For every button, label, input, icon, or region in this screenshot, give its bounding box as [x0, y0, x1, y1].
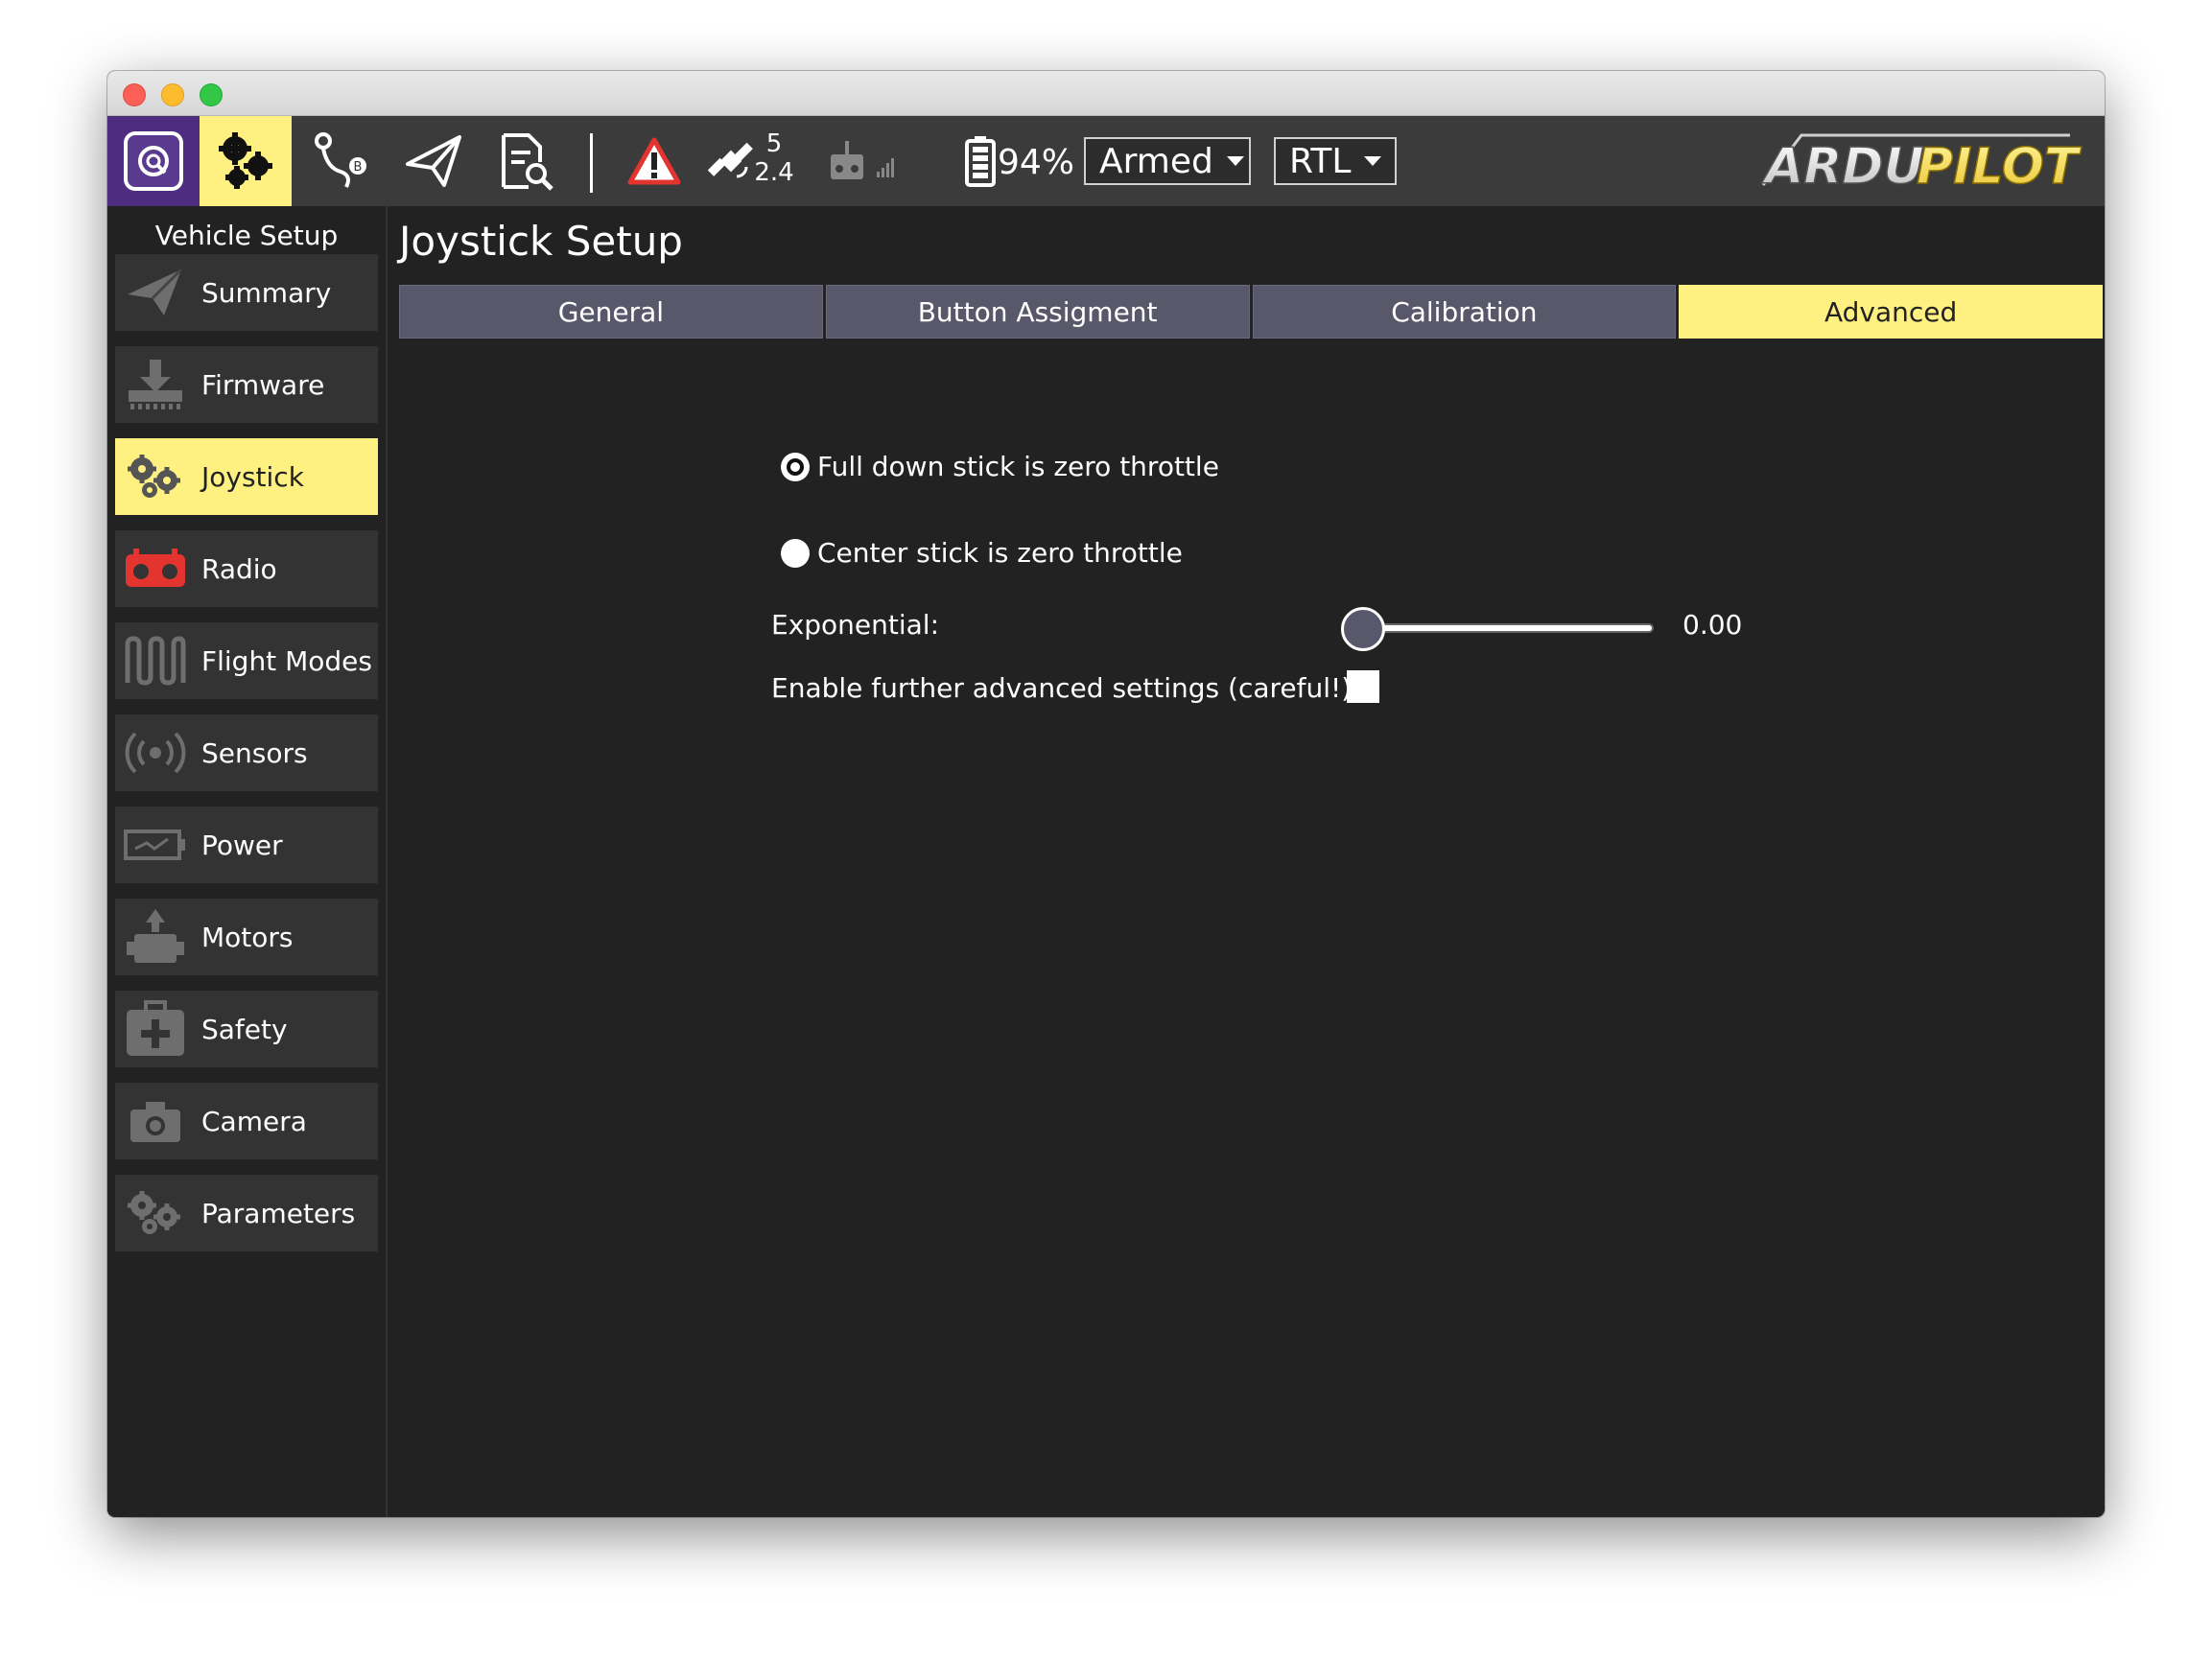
fly-view-button[interactable] [388, 116, 480, 206]
gps-satellite-count: 5 [765, 129, 783, 158]
sidebar-title: Vehicle Setup [154, 220, 339, 251]
radio-label: Full down stick is zero throttle [817, 451, 1219, 482]
vehicle-setup-sidebar: Vehicle Setup Summary Firmware Joystick … [107, 206, 388, 1517]
sidebar-item-safety[interactable]: Safety [115, 991, 378, 1067]
svg-text:ARDU: ARDU [1761, 138, 1924, 195]
sidebar-item-parameters[interactable]: Parameters [115, 1175, 378, 1251]
rc-transmitter-icon [831, 141, 894, 179]
minimize-window-button[interactable] [161, 83, 184, 106]
sidebar-item-label: Firmware [201, 368, 325, 401]
vehicle-setup-button[interactable] [200, 116, 292, 206]
toolbar-divider [590, 133, 593, 193]
sensor-icon [115, 714, 196, 791]
app-window: B 5 2.4 94% Armed RTL ARDU PILOT Vehicle… [107, 71, 2105, 1517]
ardupilot-logo: ARDU PILOT [1760, 133, 2083, 195]
sidebar-item-flight-modes[interactable]: Flight Modes [115, 622, 378, 699]
joystick-tab-bar: General Button Assigment Calibration Adv… [399, 285, 2103, 339]
warning-icon [627, 137, 681, 185]
sidebar-item-summary[interactable]: Summary [115, 254, 378, 331]
advanced-settings-checkbox[interactable] [1347, 670, 1379, 703]
armed-dropdown[interactable]: Armed [1084, 137, 1251, 185]
plan-view-button[interactable]: B [295, 116, 388, 206]
qgc-logo-button[interactable] [107, 116, 200, 206]
gears-icon [115, 1175, 196, 1251]
camera-icon [115, 1083, 196, 1159]
chevron-down-icon [1226, 156, 1244, 166]
first-aid-icon [115, 991, 196, 1067]
svg-text:B: B [354, 160, 363, 175]
sidebar-item-firmware[interactable]: Firmware [115, 346, 378, 423]
sidebar-item-power[interactable]: Power [115, 806, 378, 883]
sidebar-item-label: Radio [201, 552, 277, 585]
page-title: Joystick Setup [399, 218, 683, 265]
exponential-slider-track[interactable] [1347, 623, 1654, 633]
svg-text:PILOT: PILOT [1917, 138, 2082, 195]
tab-button-assignment[interactable]: Button Assigment [825, 285, 1250, 339]
exponential-value: 0.00 [1683, 609, 1743, 641]
sidebar-item-sensors[interactable]: Sensors [115, 714, 378, 791]
motor-icon [115, 899, 196, 975]
main-toolbar: B 5 2.4 94% Armed RTL ARDU PILOT [107, 116, 2105, 206]
close-window-button[interactable] [123, 83, 146, 106]
rc-rssi-indicator[interactable] [817, 116, 913, 206]
tab-calibration[interactable]: Calibration [1252, 285, 1677, 339]
chevron-down-icon [1364, 156, 1382, 166]
tab-general[interactable]: General [399, 285, 823, 339]
radio-selected-dot [787, 457, 804, 476]
radio-button[interactable] [781, 538, 810, 568]
throttle-option-full-down[interactable]: Full down stick is zero throttle [781, 451, 1219, 482]
sidebar-item-label: Motors [201, 921, 294, 953]
radio-button[interactable] [781, 452, 810, 481]
title-bar [107, 71, 2105, 116]
radio-icon [115, 530, 196, 607]
messages-indicator[interactable] [616, 116, 693, 206]
battery-percent: 94% [998, 143, 1075, 182]
route-icon: B [315, 132, 366, 188]
gears-icon [219, 132, 272, 189]
tab-advanced[interactable]: Advanced [1679, 285, 2103, 339]
gears-icon [115, 438, 196, 515]
radio-label: Center stick is zero throttle [817, 537, 1183, 569]
sidebar-item-label: Joystick [201, 460, 304, 493]
download-icon [115, 346, 196, 423]
sidebar-item-joystick[interactable]: Joystick [115, 438, 378, 515]
signal-bars-icon [877, 158, 894, 177]
sidebar-item-label: Camera [201, 1105, 307, 1137]
advanced-settings-label: Enable further advanced settings (carefu… [771, 672, 1353, 704]
sidebar-item-radio[interactable]: Radio [115, 530, 378, 607]
paper-plane-icon [115, 254, 196, 331]
armed-label: Armed [1099, 141, 1213, 181]
sidebar-item-label: Power [201, 829, 283, 861]
analyze-view-button[interactable] [480, 116, 572, 206]
flight-mode-dropdown[interactable]: RTL [1274, 137, 1397, 185]
sidebar-item-label: Flight Modes [201, 644, 372, 677]
gps-hdop-value: 2.4 [754, 158, 794, 187]
exponential-label: Exponential: [771, 609, 940, 641]
flight-mode-label: RTL [1289, 141, 1352, 181]
exponential-slider-handle[interactable] [1341, 607, 1385, 651]
joystick-setup-panel: Joystick Setup General Button Assigment … [388, 206, 2105, 1517]
sidebar-item-label: Sensors [201, 736, 308, 769]
waveform-icon [115, 622, 196, 699]
throttle-option-center[interactable]: Center stick is zero throttle [781, 537, 1183, 569]
maximize-window-button[interactable] [200, 83, 223, 106]
sidebar-item-label: Safety [201, 1013, 288, 1045]
sidebar-item-camera[interactable]: Camera [115, 1083, 378, 1159]
qgc-logo-icon [138, 146, 169, 176]
battery-icon [115, 806, 196, 883]
document-search-icon [502, 133, 553, 191]
sidebar-item-motors[interactable]: Motors [115, 899, 378, 975]
sidebar-item-label: Summary [201, 276, 332, 309]
gps-readout: 5 2.4 [750, 129, 798, 187]
battery-icon [965, 136, 996, 187]
sidebar-item-label: Parameters [201, 1197, 356, 1229]
paper-plane-icon [406, 135, 461, 187]
